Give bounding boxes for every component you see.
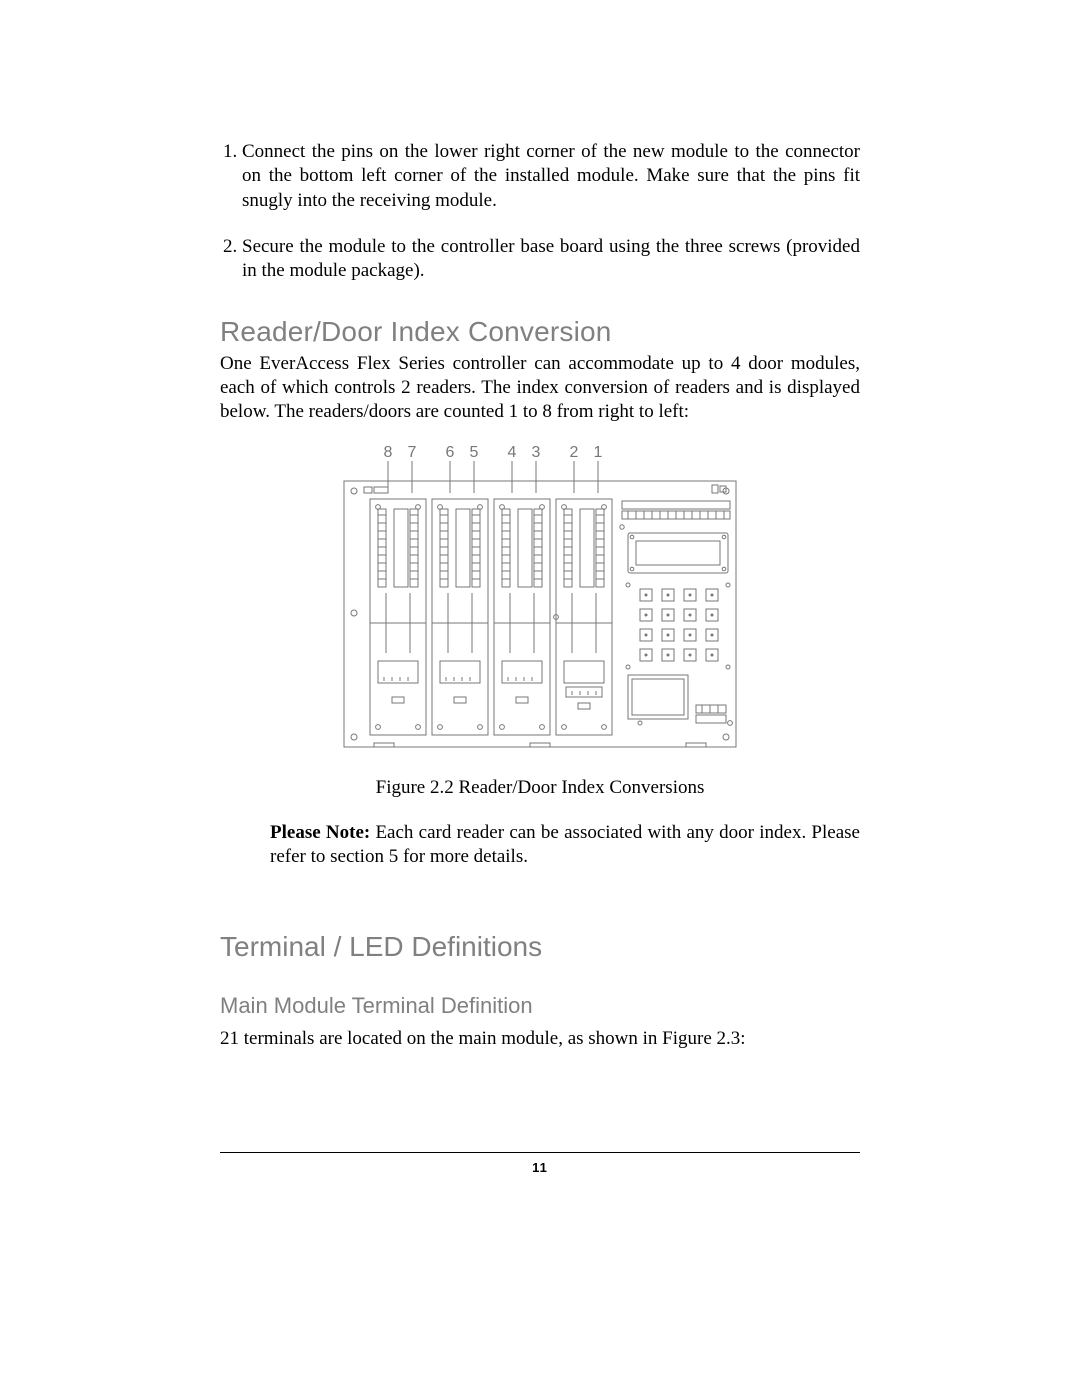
- door-module: [494, 499, 550, 735]
- controller-diagram: 8 7 6 5 4 3 2 1: [340, 443, 740, 753]
- page-number: 11: [532, 1160, 548, 1175]
- index-label: 5: [470, 444, 479, 461]
- index-label: 2: [570, 444, 579, 461]
- figure-caption: Figure 2.2 Reader/Door Index Conversions: [220, 777, 860, 799]
- page-footer: 11: [220, 1152, 860, 1177]
- document-page: Connect the pins on the lower right corn…: [0, 0, 1080, 1397]
- index-label: 3: [532, 444, 541, 461]
- index-label: 4: [508, 444, 517, 461]
- subsection-heading-main-module: Main Module Terminal Definition: [220, 993, 860, 1019]
- door-module: [554, 499, 612, 735]
- figure-board-diagram: 8 7 6 5 4 3 2 1: [220, 443, 860, 753]
- main-module: [620, 501, 733, 725]
- numbered-steps: Connect the pins on the lower right corn…: [220, 140, 860, 284]
- index-label: 6: [446, 444, 455, 461]
- index-label: 8: [384, 444, 393, 461]
- index-label: 7: [408, 444, 417, 461]
- section-heading-reader-door: Reader/Door Index Conversion: [220, 316, 860, 348]
- step-item: Connect the pins on the lower right corn…: [242, 140, 860, 213]
- step-item: Secure the module to the controller base…: [242, 235, 860, 284]
- subsection-body: 21 terminals are located on the main mod…: [220, 1027, 860, 1051]
- door-module: [370, 499, 426, 735]
- note-label: Please Note:: [270, 822, 370, 843]
- section-body: One EverAccess Flex Series controller ca…: [220, 352, 860, 425]
- section-heading-terminal-led: Terminal / LED Definitions: [220, 931, 860, 963]
- door-module: [432, 499, 488, 735]
- note-paragraph: Please Note: Each card reader can be ass…: [270, 821, 860, 870]
- index-label: 1: [594, 444, 603, 461]
- footer-rule: [220, 1152, 860, 1153]
